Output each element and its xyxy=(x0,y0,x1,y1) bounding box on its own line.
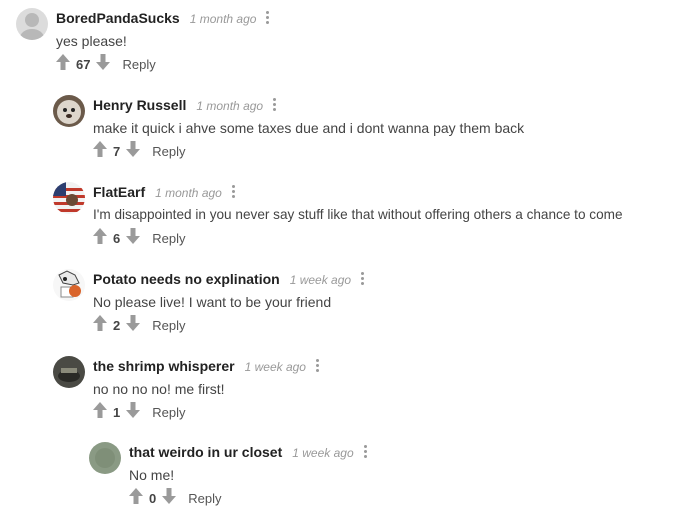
reply-button[interactable]: Reply xyxy=(188,489,221,509)
avatar[interactable] xyxy=(53,356,85,388)
timestamp: 1 month ago xyxy=(196,99,264,113)
upvote-icon[interactable] xyxy=(56,54,70,76)
downvote-icon[interactable] xyxy=(96,54,111,76)
avatar[interactable] xyxy=(53,182,85,214)
comment-header: that weirdo in ur closet 1 week ago xyxy=(129,442,368,462)
timestamp: 1 week ago xyxy=(244,360,306,374)
author-name[interactable]: BoredPandaSucks xyxy=(56,10,180,26)
reply-button[interactable]: Reply xyxy=(152,403,185,423)
comment-actions: 7 Reply xyxy=(93,141,185,161)
comment: BoredPandaSucks 1 month ago yes please! 6… xyxy=(16,8,696,78)
author-name[interactable]: FlatEarf xyxy=(93,184,145,200)
upvote-icon[interactable] xyxy=(93,228,107,250)
avatar[interactable] xyxy=(16,8,48,40)
comment-actions: 2 Reply xyxy=(93,315,185,335)
comment-text: no no no no! me first! xyxy=(93,381,225,397)
vote-count: 1 xyxy=(113,405,121,420)
more-options-icon[interactable] xyxy=(363,444,368,459)
comment: Potato needs no explination 1 week ago No… xyxy=(53,269,693,339)
comment-header: Potato needs no explination 1 week ago xyxy=(93,269,365,289)
reply-button[interactable]: Reply xyxy=(122,55,155,75)
comment-text: I'm disappointed in you never say stuff … xyxy=(93,207,623,222)
vote-count: 67 xyxy=(76,57,91,72)
hedgehog-avatar-icon xyxy=(53,95,85,127)
comment: the shrimp whisperer 1 week ago no no no … xyxy=(53,356,693,426)
cartoon-avatar-icon xyxy=(53,269,85,301)
green-avatar-icon xyxy=(89,442,121,474)
reply-button[interactable]: Reply xyxy=(152,142,185,162)
comment-text: yes please! xyxy=(56,33,127,49)
downvote-icon[interactable] xyxy=(126,402,141,424)
comment-text: make it quick i ahve some taxes due and … xyxy=(93,120,525,136)
timestamp: 1 week ago xyxy=(292,446,354,460)
comment: that weirdo in ur closet 1 week ago No me… xyxy=(89,442,689,512)
vote-count: 7 xyxy=(113,144,121,159)
timestamp: 1 week ago xyxy=(289,273,352,287)
comment-actions: 1 Reply xyxy=(93,402,185,422)
downvote-icon[interactable] xyxy=(126,315,141,337)
more-options-icon[interactable] xyxy=(361,271,365,286)
downvote-icon[interactable] xyxy=(162,488,177,510)
more-options-icon[interactable] xyxy=(231,184,236,199)
more-options-icon[interactable] xyxy=(273,97,277,112)
reply-button[interactable]: Reply xyxy=(152,229,185,249)
upvote-icon[interactable] xyxy=(129,488,143,510)
vote-count: 2 xyxy=(113,318,121,333)
comment-header: the shrimp whisperer 1 week ago xyxy=(93,356,320,376)
author-name[interactable]: Henry Russell xyxy=(93,97,186,113)
upvote-icon[interactable] xyxy=(93,402,107,424)
avatar[interactable] xyxy=(53,269,85,301)
dark-avatar-icon xyxy=(53,356,85,388)
author-name[interactable]: Potato needs no explination xyxy=(93,271,280,287)
default-avatar-icon xyxy=(16,8,48,40)
downvote-icon[interactable] xyxy=(126,228,141,250)
more-options-icon[interactable] xyxy=(315,358,320,373)
comment-text: No me! xyxy=(129,467,175,483)
upvote-icon[interactable] xyxy=(93,315,107,337)
avatar[interactable] xyxy=(89,442,121,474)
comment-header: FlatEarf 1 month ago xyxy=(93,182,236,202)
flag-avatar-icon xyxy=(53,182,85,214)
comment-actions: 67 Reply xyxy=(56,54,156,74)
timestamp: 1 month ago xyxy=(189,12,257,26)
comment: Henry Russell 1 month ago make it quick i… xyxy=(53,95,693,165)
reply-button[interactable]: Reply xyxy=(152,316,185,336)
avatar[interactable] xyxy=(53,95,85,127)
upvote-icon[interactable] xyxy=(93,141,107,163)
comment-actions: 0 Reply xyxy=(129,488,221,508)
timestamp: 1 month ago xyxy=(155,186,222,200)
downvote-icon[interactable] xyxy=(126,141,141,163)
vote-count: 6 xyxy=(113,231,121,246)
comment: FlatEarf 1 month ago I'm disappointed in … xyxy=(53,182,698,252)
comment-header: Henry Russell 1 month ago xyxy=(93,95,277,115)
comment-actions: 6 Reply xyxy=(93,228,185,248)
comment-header: BoredPandaSucks 1 month ago xyxy=(56,8,270,28)
more-options-icon[interactable] xyxy=(266,10,270,25)
vote-count: 0 xyxy=(149,491,157,506)
comment-text: No please live! I want to be your friend xyxy=(93,294,332,310)
author-name[interactable]: that weirdo in ur closet xyxy=(129,444,282,460)
author-name[interactable]: the shrimp whisperer xyxy=(93,358,235,374)
